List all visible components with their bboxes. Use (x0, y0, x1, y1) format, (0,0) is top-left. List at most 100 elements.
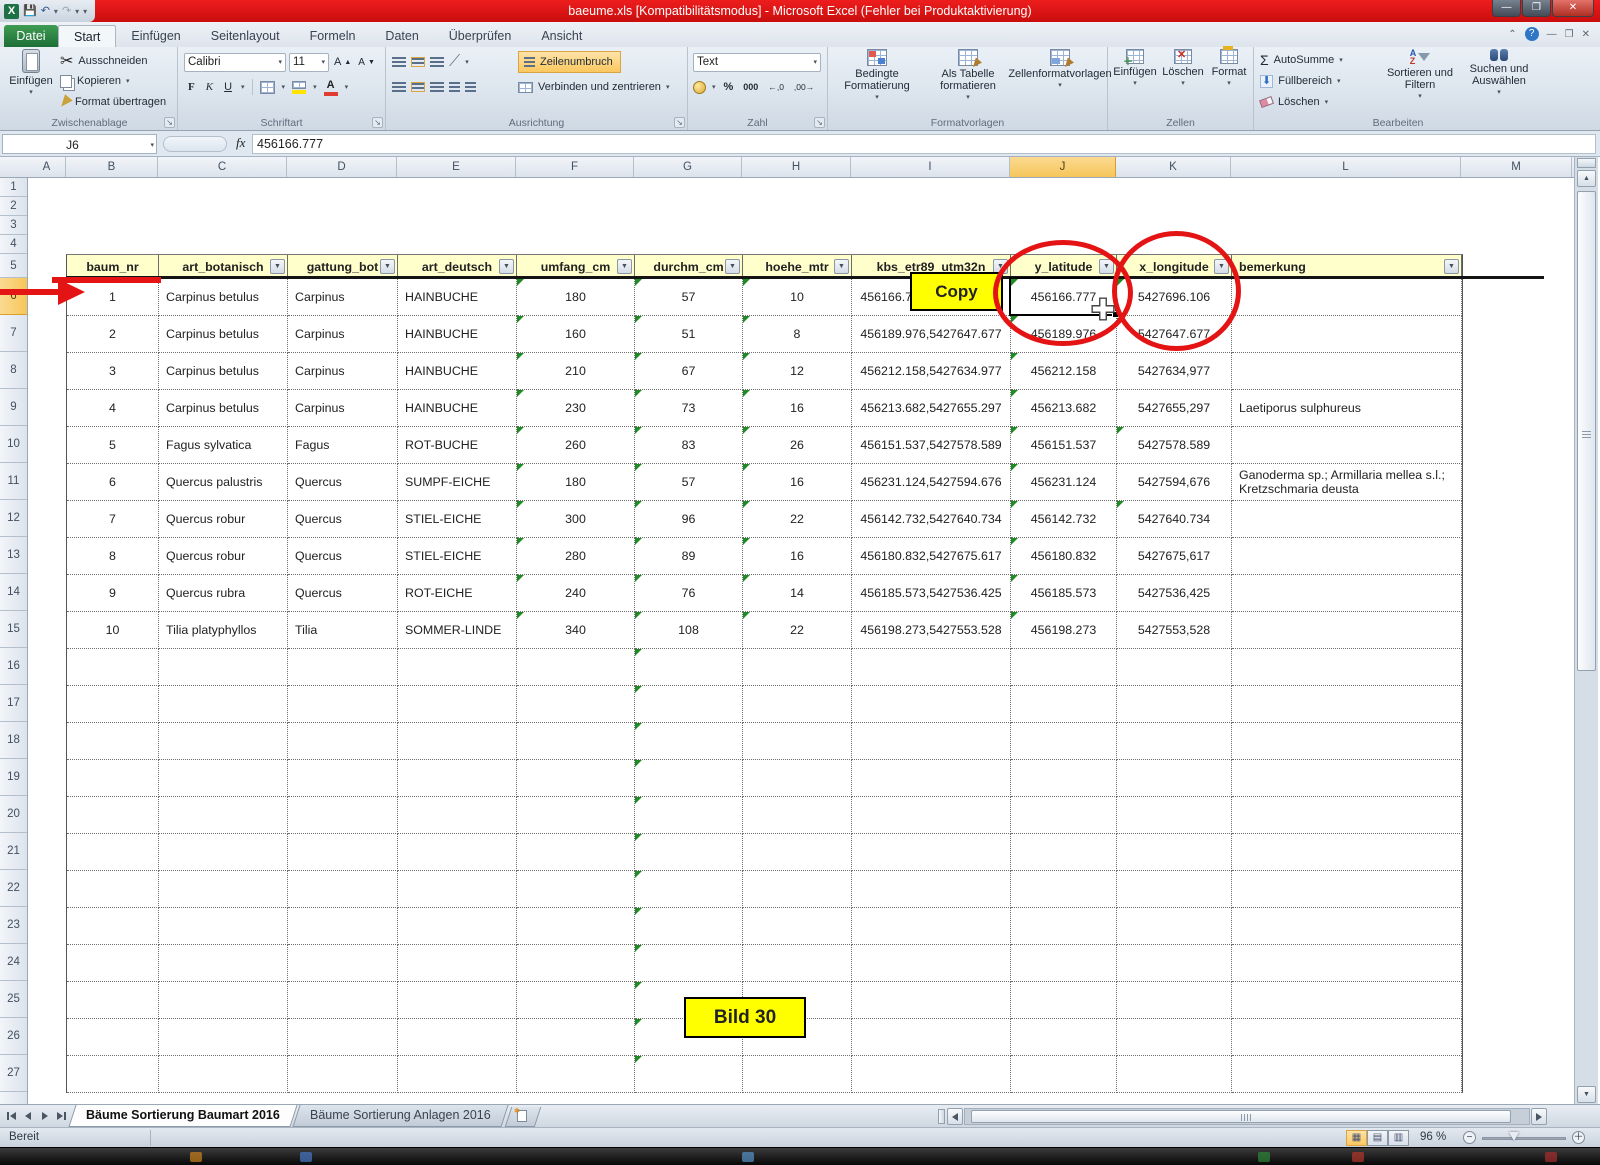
cell-r8c4[interactable]: 210 (517, 353, 635, 390)
sort-filter-button[interactable]: AZ Sortieren und Filtern▾ (1382, 49, 1458, 100)
row-header-21[interactable]: 21 (0, 833, 27, 870)
cell-empty[interactable] (288, 1019, 398, 1056)
cell-r8c7[interactable]: 456212.158,5427634.977 (852, 353, 1011, 390)
row-header-17[interactable]: 17 (0, 685, 27, 722)
cell-empty[interactable] (398, 649, 517, 686)
cell-r9c10[interactable]: Laetiporus sulphureus (1232, 390, 1462, 427)
cell-empty[interactable] (159, 686, 288, 723)
cell-empty[interactable] (159, 908, 288, 945)
cell-empty[interactable] (517, 834, 635, 871)
cell-empty[interactable] (288, 649, 398, 686)
cell-empty[interactable] (1011, 834, 1117, 871)
cell-empty[interactable] (159, 760, 288, 797)
cell-r12c9[interactable]: 5427640.734 (1117, 501, 1232, 538)
cell-r7c10[interactable] (1232, 316, 1462, 353)
decrease-indent-icon[interactable] (449, 82, 460, 92)
grow-font-button[interactable]: A▲ (332, 55, 353, 69)
cell-r13c1[interactable]: Quercus robur (159, 538, 288, 575)
doc-minimize-icon[interactable]: — (1547, 29, 1557, 40)
cell-empty[interactable] (635, 797, 743, 834)
cell-empty[interactable] (852, 797, 1011, 834)
save-icon[interactable]: 💾 (23, 4, 37, 19)
cell-empty[interactable] (517, 945, 635, 982)
cell-empty[interactable] (1232, 649, 1462, 686)
align-middle-icon[interactable] (411, 57, 425, 67)
cell-r13c0[interactable]: 8 (67, 538, 159, 575)
cut-button[interactable]: ✂Ausschneiden (60, 50, 150, 72)
cell-empty[interactable] (635, 871, 743, 908)
fill-color-icon[interactable] (292, 81, 306, 94)
cell-empty[interactable] (852, 723, 1011, 760)
cell-r13c6[interactable]: 16 (743, 538, 852, 575)
conditional-formatting-button[interactable]: Bedingte Formatierung▾ (834, 49, 920, 101)
cell-r9c1[interactable]: Carpinus betulus (159, 390, 288, 427)
cell-empty[interactable] (288, 871, 398, 908)
cell-r9c6[interactable]: 16 (743, 390, 852, 427)
cell-empty[interactable] (743, 760, 852, 797)
cell-empty[interactable] (1117, 686, 1232, 723)
cell-empty[interactable] (288, 982, 398, 1019)
cell-empty[interactable] (743, 908, 852, 945)
help-icon[interactable]: ? (1525, 27, 1539, 41)
collapse-ribbon-icon[interactable]: ⌃ (1508, 29, 1516, 40)
cell-r14c10[interactable] (1232, 575, 1462, 612)
cell-r7c0[interactable]: 2 (67, 316, 159, 353)
cell-r6c5[interactable]: 57 (635, 279, 743, 316)
dialog-launcher-icon[interactable]: ↘ (674, 117, 685, 128)
cell-r12c10[interactable] (1232, 501, 1462, 538)
tab-ansicht[interactable]: Ansicht (526, 25, 597, 47)
cell-empty[interactable] (1011, 723, 1117, 760)
qat-customize-icon[interactable]: ▾ (83, 7, 87, 16)
cell-empty[interactable] (1232, 982, 1462, 1019)
cell-empty[interactable] (67, 686, 159, 723)
cell-empty[interactable] (852, 1056, 1011, 1093)
name-box-caret-icon[interactable]: ▾ (150, 141, 154, 149)
cell-empty[interactable] (852, 686, 1011, 723)
cell-r10c8[interactable]: 456151.537 (1011, 427, 1117, 464)
col-header-D[interactable]: D (287, 157, 397, 177)
cell-r12c4[interactable]: 300 (517, 501, 635, 538)
cell-r14c0[interactable]: 9 (67, 575, 159, 612)
zoom-in-icon[interactable]: ＋ (1572, 1131, 1585, 1144)
cell-empty[interactable] (517, 797, 635, 834)
comma-style-button[interactable]: 000 (741, 81, 760, 93)
page-break-view-icon[interactable]: ▥ (1388, 1130, 1409, 1146)
row-header-25[interactable]: 25 (0, 981, 27, 1018)
cell-empty[interactable] (1117, 834, 1232, 871)
cell-empty[interactable] (288, 834, 398, 871)
cell-empty[interactable] (398, 1019, 517, 1056)
row-header-8[interactable]: 8 (0, 352, 27, 389)
tab-ueberpruefen[interactable]: Überprüfen (434, 25, 527, 47)
col-header-M[interactable]: M (1461, 157, 1572, 177)
cell-empty[interactable] (852, 1019, 1011, 1056)
cell-empty[interactable] (1011, 908, 1117, 945)
row-header-15[interactable]: 15 (0, 611, 27, 648)
cell-r15c7[interactable]: 456198.273,5427553.528 (852, 612, 1011, 649)
merge-center-button[interactable]: Verbinden und zentrieren▾ (518, 76, 669, 98)
fx-icon[interactable]: fx (236, 135, 245, 151)
cell-r15c10[interactable] (1232, 612, 1462, 649)
bold-button[interactable]: F (186, 80, 197, 94)
cell-r8c3[interactable]: HAINBUCHE (398, 353, 517, 390)
row-header-18[interactable]: 18 (0, 722, 27, 759)
filter-button[interactable]: ▼ (499, 259, 514, 274)
first-sheet-icon[interactable] (3, 1108, 18, 1124)
cell-empty[interactable] (159, 649, 288, 686)
sheet-tab-anlagen[interactable]: Bäume Sortierung Anlagen 2016 (292, 1105, 509, 1127)
cell-empty[interactable] (1232, 1056, 1462, 1093)
cell-empty[interactable] (67, 908, 159, 945)
cell-r10c5[interactable]: 83 (635, 427, 743, 464)
scroll-left-icon[interactable] (947, 1108, 963, 1125)
cell-empty[interactable] (398, 871, 517, 908)
filter-button[interactable]: ▼ (270, 259, 285, 274)
cell-empty[interactable] (67, 723, 159, 760)
cell-r14c6[interactable]: 14 (743, 575, 852, 612)
cell-r15c5[interactable]: 108 (635, 612, 743, 649)
cell-empty[interactable] (635, 945, 743, 982)
cell-empty[interactable] (517, 982, 635, 1019)
cell-empty[interactable] (67, 797, 159, 834)
cell-r10c1[interactable]: Fagus sylvatica (159, 427, 288, 464)
redo-icon[interactable]: ↷ (62, 4, 71, 19)
cell-empty[interactable] (1011, 649, 1117, 686)
cell-empty[interactable] (398, 760, 517, 797)
